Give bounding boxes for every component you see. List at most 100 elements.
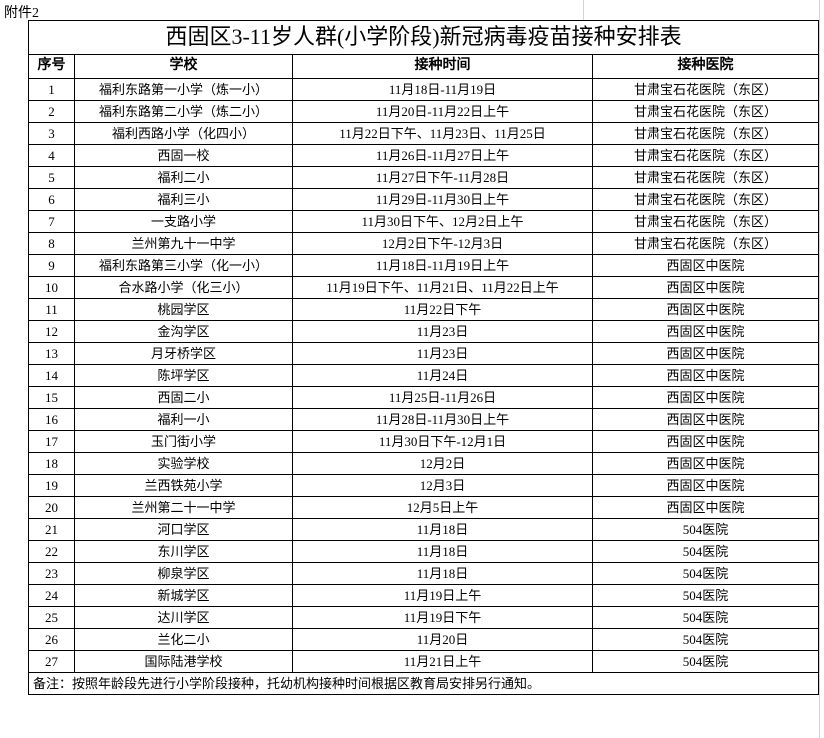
cell-time: 11月19日下午 bbox=[293, 607, 593, 629]
cell-school: 新城学区 bbox=[75, 585, 293, 607]
cell-time: 11月24日 bbox=[293, 365, 593, 387]
table-row: 16福利一小11月28日-11月30日上午西固区中医院 bbox=[29, 409, 819, 431]
cell-time: 11月19日上午 bbox=[293, 585, 593, 607]
cell-school: 兰化二小 bbox=[75, 629, 293, 651]
cell-time: 11月23日 bbox=[293, 343, 593, 365]
cell-hospital: 甘肃宝石花医院（东区） bbox=[593, 123, 819, 145]
table-row: 26兰化二小11月20日504医院 bbox=[29, 629, 819, 651]
cell-seq: 12 bbox=[29, 321, 75, 343]
cell-seq: 4 bbox=[29, 145, 75, 167]
table-row: 15西固二小11月25日-11月26日西固区中医院 bbox=[29, 387, 819, 409]
cell-seq: 13 bbox=[29, 343, 75, 365]
table-row: 21河口学区11月18日504医院 bbox=[29, 519, 819, 541]
cell-hospital: 西固区中医院 bbox=[593, 409, 819, 431]
table-row: 10合水路小学（化三小）11月19日下午、11月21日、11月22日上午西固区中… bbox=[29, 277, 819, 299]
cell-school: 福利东路第一小学（炼一小） bbox=[75, 79, 293, 101]
cell-hospital: 西固区中医院 bbox=[593, 365, 819, 387]
cell-seq: 27 bbox=[29, 651, 75, 673]
cell-seq: 7 bbox=[29, 211, 75, 233]
table-row: 20兰州第二十一中学12月5日上午西固区中医院 bbox=[29, 497, 819, 519]
cell-seq: 17 bbox=[29, 431, 75, 453]
cell-seq: 15 bbox=[29, 387, 75, 409]
header-row: 序号 学校 接种时间 接种医院 bbox=[29, 55, 819, 79]
table-row: 8兰州第九十一中学12月2日下午-12月3日甘肃宝石花医院（东区） bbox=[29, 233, 819, 255]
table-row: 27国际陆港学校11月21日上午504医院 bbox=[29, 651, 819, 673]
table-row: 24新城学区11月19日上午504医院 bbox=[29, 585, 819, 607]
cell-time: 11月29日-11月30日上午 bbox=[293, 189, 593, 211]
cell-hospital: 西固区中医院 bbox=[593, 475, 819, 497]
header-hospital: 接种医院 bbox=[593, 55, 819, 79]
cell-school: 达川学区 bbox=[75, 607, 293, 629]
cell-time: 11月22日下午、11月23日、11月25日 bbox=[293, 123, 593, 145]
header-school: 学校 bbox=[75, 55, 293, 79]
cell-time: 11月23日 bbox=[293, 321, 593, 343]
schedule-table-wrap: 西固区3-11岁人群(小学阶段)新冠病毒疫苗接种安排表 序号 学校 接种时间 接… bbox=[28, 20, 818, 695]
attachment-label: 附件2 bbox=[4, 2, 39, 22]
table-row: 12金沟学区11月23日西固区中医院 bbox=[29, 321, 819, 343]
cell-school: 福利西路小学（化四小） bbox=[75, 123, 293, 145]
cell-school: 实验学校 bbox=[75, 453, 293, 475]
cell-hospital: 西固区中医院 bbox=[593, 431, 819, 453]
cell-hospital: 504医院 bbox=[593, 519, 819, 541]
cell-time: 11月30日下午、12月2日上午 bbox=[293, 211, 593, 233]
cell-seq: 5 bbox=[29, 167, 75, 189]
table-row: 2福利东路第二小学（炼二小）11月20日-11月22日上午甘肃宝石花医院（东区） bbox=[29, 101, 819, 123]
cell-time: 11月28日-11月30日上午 bbox=[293, 409, 593, 431]
table-row: 5福利二小11月27日下午-11月28日甘肃宝石花医院（东区） bbox=[29, 167, 819, 189]
cell-school: 兰州第二十一中学 bbox=[75, 497, 293, 519]
cell-seq: 23 bbox=[29, 563, 75, 585]
cell-hospital: 甘肃宝石花医院（东区） bbox=[593, 189, 819, 211]
cell-time: 11月18日 bbox=[293, 519, 593, 541]
cell-time: 11月30日下午-12月1日 bbox=[293, 431, 593, 453]
table-row: 9福利东路第三小学（化一小）11月18日-11月19日上午西固区中医院 bbox=[29, 255, 819, 277]
cell-seq: 18 bbox=[29, 453, 75, 475]
cell-seq: 11 bbox=[29, 299, 75, 321]
cell-time: 12月2日下午-12月3日 bbox=[293, 233, 593, 255]
cell-hospital: 西固区中医院 bbox=[593, 343, 819, 365]
cell-school: 月牙桥学区 bbox=[75, 343, 293, 365]
cell-hospital: 504医院 bbox=[593, 651, 819, 673]
cell-time: 11月21日上午 bbox=[293, 651, 593, 673]
cell-hospital: 504医院 bbox=[593, 585, 819, 607]
cell-school: 福利东路第三小学（化一小） bbox=[75, 255, 293, 277]
table-title: 西固区3-11岁人群(小学阶段)新冠病毒疫苗接种安排表 bbox=[29, 21, 819, 55]
cell-school: 福利二小 bbox=[75, 167, 293, 189]
header-seq: 序号 bbox=[29, 55, 75, 79]
table-row: 18实验学校12月2日西固区中医院 bbox=[29, 453, 819, 475]
cell-school: 兰西铁苑小学 bbox=[75, 475, 293, 497]
cell-seq: 6 bbox=[29, 189, 75, 211]
table-row: 13月牙桥学区11月23日西固区中医院 bbox=[29, 343, 819, 365]
cell-hospital: 504医院 bbox=[593, 607, 819, 629]
cell-hospital: 西固区中医院 bbox=[593, 299, 819, 321]
cell-school: 金沟学区 bbox=[75, 321, 293, 343]
cell-hospital: 504医院 bbox=[593, 629, 819, 651]
cell-hospital: 甘肃宝石花医院（东区） bbox=[593, 101, 819, 123]
cell-school: 兰州第九十一中学 bbox=[75, 233, 293, 255]
cell-seq: 24 bbox=[29, 585, 75, 607]
cell-time: 11月19日下午、11月21日、11月22日上午 bbox=[293, 277, 593, 299]
cell-hospital: 504医院 bbox=[593, 563, 819, 585]
cell-time: 12月2日 bbox=[293, 453, 593, 475]
cell-school: 西固一校 bbox=[75, 145, 293, 167]
cell-school: 东川学区 bbox=[75, 541, 293, 563]
cell-school: 柳泉学区 bbox=[75, 563, 293, 585]
cell-school: 国际陆港学校 bbox=[75, 651, 293, 673]
note-text: 备注：按照年龄段先进行小学阶段接种，托幼机构接种时间根据区教育局安排另行通知。 bbox=[29, 673, 819, 695]
cell-school: 福利三小 bbox=[75, 189, 293, 211]
cell-school: 福利东路第二小学（炼二小） bbox=[75, 101, 293, 123]
cell-seq: 19 bbox=[29, 475, 75, 497]
cell-school: 陈坪学区 bbox=[75, 365, 293, 387]
cell-time: 12月5日上午 bbox=[293, 497, 593, 519]
cell-time: 11月27日下午-11月28日 bbox=[293, 167, 593, 189]
cell-hospital: 甘肃宝石花医院（东区） bbox=[593, 211, 819, 233]
table-row: 3福利西路小学（化四小）11月22日下午、11月23日、11月25日甘肃宝石花医… bbox=[29, 123, 819, 145]
table-row: 22东川学区11月18日504医院 bbox=[29, 541, 819, 563]
cell-hospital: 西固区中医院 bbox=[593, 321, 819, 343]
cell-seq: 14 bbox=[29, 365, 75, 387]
note-row: 备注：按照年龄段先进行小学阶段接种，托幼机构接种时间根据区教育局安排另行通知。 bbox=[29, 673, 819, 695]
cell-hospital: 西固区中医院 bbox=[593, 277, 819, 299]
cell-seq: 25 bbox=[29, 607, 75, 629]
cell-seq: 1 bbox=[29, 79, 75, 101]
table-row: 11桃园学区11月22日下午西固区中医院 bbox=[29, 299, 819, 321]
cell-school: 合水路小学（化三小） bbox=[75, 277, 293, 299]
